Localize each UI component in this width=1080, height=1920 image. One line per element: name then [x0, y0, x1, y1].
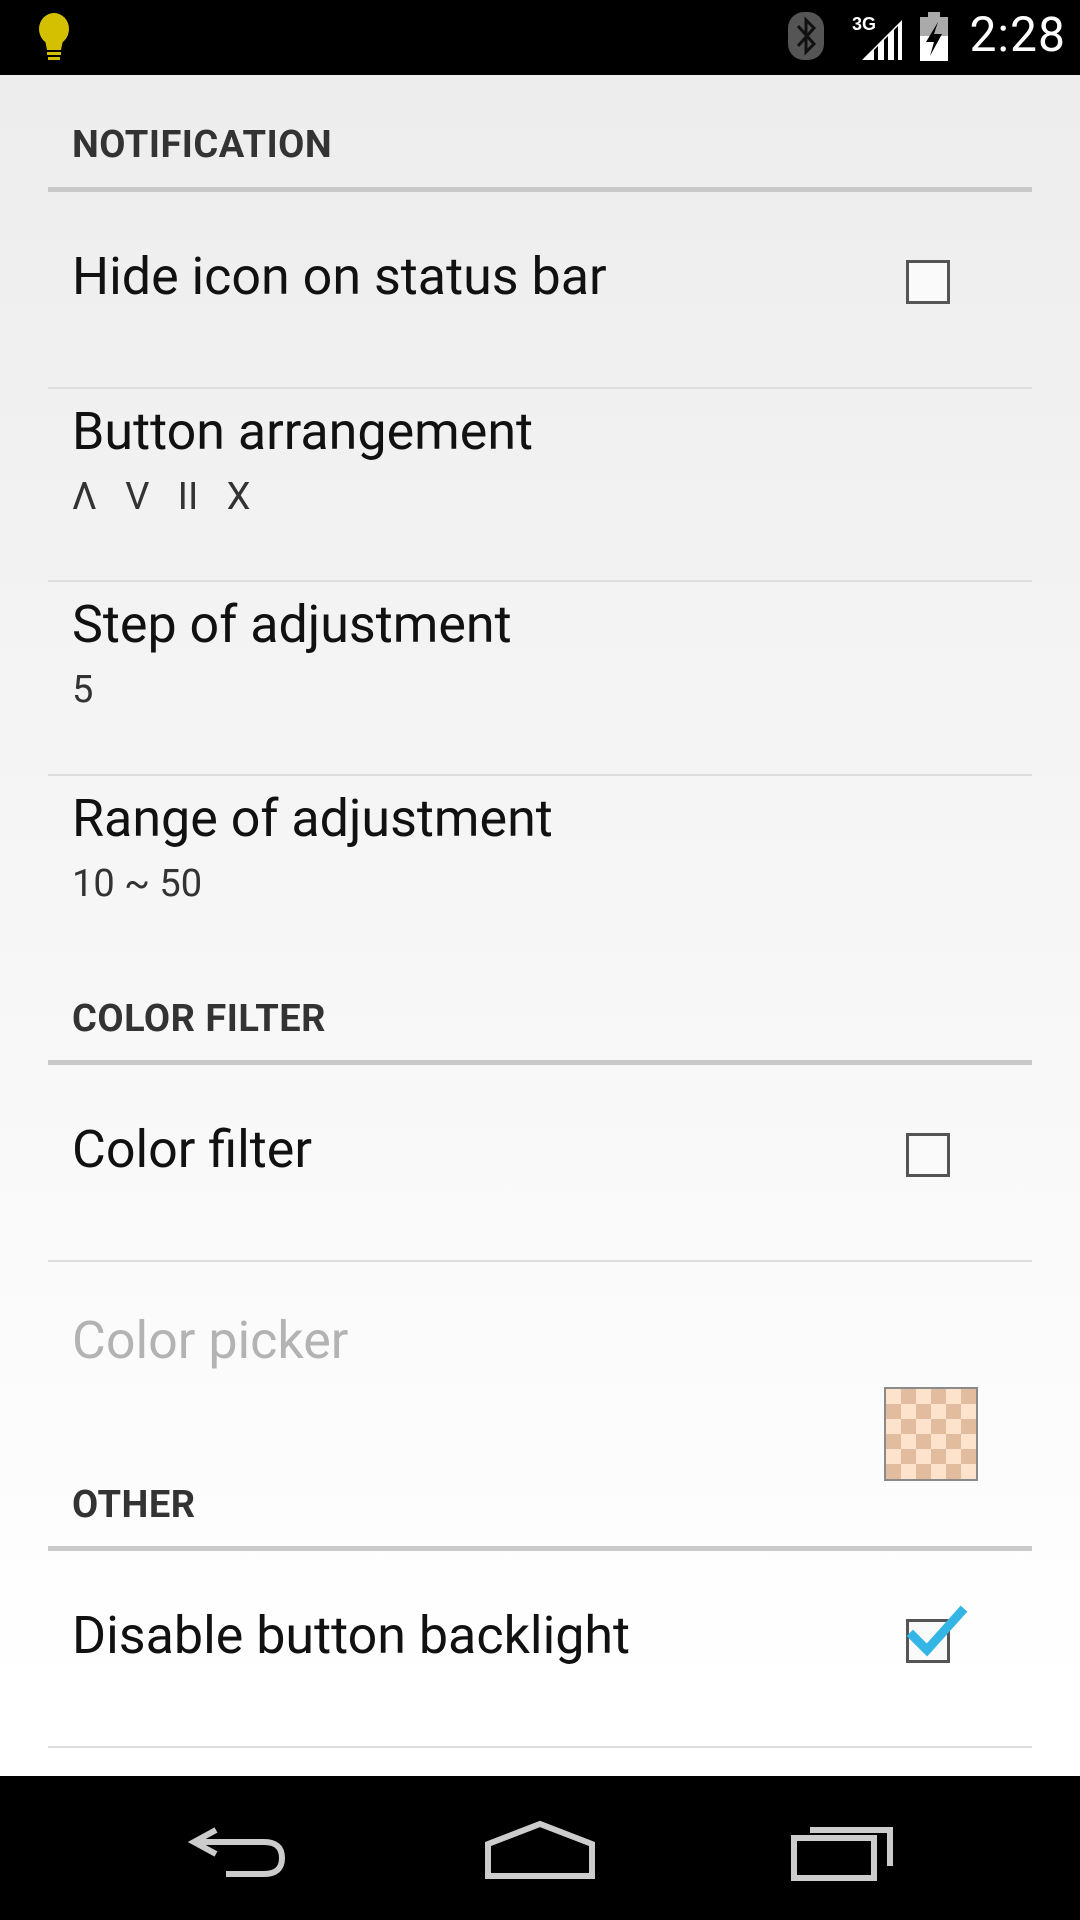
pref-color-picker-title: Color picker — [72, 1310, 349, 1371]
disable-backlight-checkbox[interactable] — [906, 1605, 968, 1663]
pref-hide-icon[interactable]: Hide icon on status bar — [0, 192, 1080, 382]
section-header-other: OTHER — [72, 1483, 196, 1527]
navigation-bar — [0, 1776, 1080, 1920]
clock: 2:28 — [969, 6, 1066, 63]
back-icon[interactable] — [186, 1820, 290, 1880]
status-bar: 3G 2:28 — [0, 0, 1080, 75]
color-filter-checkbox[interactable] — [906, 1133, 950, 1177]
pref-range-summary: 10 ~ 50 — [72, 862, 203, 906]
signal-icon: 3G — [852, 14, 902, 60]
checkmark-icon — [906, 1605, 968, 1657]
pref-button-arrangement-summary: Λ V II X — [72, 475, 251, 519]
row-divider — [48, 1746, 1032, 1748]
color-swatch — [884, 1387, 978, 1481]
section-header-color-filter: COLOR FILTER — [72, 997, 326, 1041]
hide-icon-checkbox[interactable] — [906, 260, 950, 304]
bluetooth-icon — [788, 12, 824, 60]
pref-disable-backlight[interactable]: Disable button backlight — [0, 1551, 1080, 1741]
pref-step[interactable]: Step of adjustment 5 — [0, 582, 1080, 772]
section-header-notification: NOTIFICATION — [72, 123, 333, 167]
settings-list: NOTIFICATION Hide icon on status bar But… — [0, 75, 1080, 1775]
pref-hide-icon-title: Hide icon on status bar — [72, 246, 607, 307]
home-icon[interactable] — [484, 1820, 596, 1880]
pref-color-filter[interactable]: Color filter — [0, 1065, 1080, 1255]
recents-icon[interactable] — [790, 1820, 898, 1882]
pref-disable-backlight-title: Disable button backlight — [72, 1605, 631, 1666]
battery-charging-icon — [920, 12, 948, 61]
pref-step-title: Step of adjustment — [72, 594, 512, 655]
pref-step-summary: 5 — [72, 668, 94, 712]
pref-color-filter-title: Color filter — [72, 1119, 312, 1180]
pref-button-arrangement[interactable]: Button arrangement Λ V II X — [0, 389, 1080, 579]
pref-button-arrangement-title: Button arrangement — [72, 401, 534, 462]
lightbulb-icon — [39, 13, 69, 60]
pref-range[interactable]: Range of adjustment 10 ~ 50 — [0, 776, 1080, 946]
pref-range-title: Range of adjustment — [72, 788, 553, 849]
network-type-label: 3G — [852, 14, 876, 34]
